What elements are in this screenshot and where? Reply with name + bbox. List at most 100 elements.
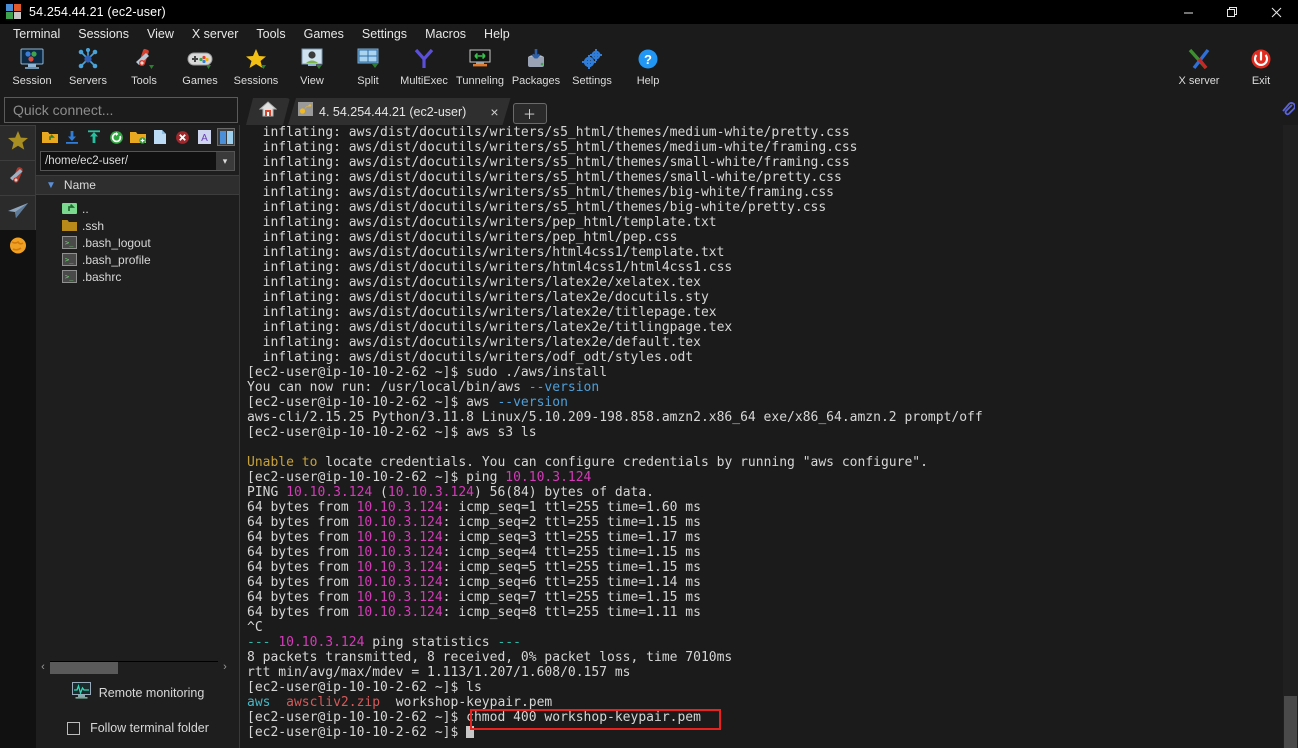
- terminal-line: [ec2-user@ip-10-10-2-62 ~]$ aws --versio…: [247, 395, 1283, 410]
- toolbar-tunneling[interactable]: Tunneling: [452, 44, 508, 96]
- toolbar-settings[interactable]: Settings: [564, 44, 620, 96]
- rail-favorites[interactable]: [0, 125, 36, 161]
- script-file-icon: >_: [62, 236, 77, 249]
- terminal-vertical-scrollbar[interactable]: [1283, 125, 1298, 748]
- terminal-scrollbar-thumb[interactable]: [1284, 696, 1297, 748]
- terminal-text: 64 bytes from: [247, 575, 357, 590]
- scroll-right-icon[interactable]: ›: [218, 661, 232, 673]
- list-item[interactable]: >_ .bash_profile: [36, 251, 239, 268]
- scrollbar-track[interactable]: [50, 661, 218, 674]
- terminal-line: 8 packets transmitted, 8 received, 0% pa…: [247, 650, 1283, 665]
- folder-icon: [62, 219, 77, 232]
- list-item[interactable]: ..: [36, 200, 239, 217]
- terminal-line: PING 10.10.3.124 (10.10.3.124) 56(84) by…: [247, 485, 1283, 500]
- toolbar-x-server[interactable]: X server: [1168, 44, 1230, 96]
- menu-sessions[interactable]: Sessions: [69, 25, 138, 43]
- terminal-text: (: [372, 485, 388, 500]
- terminal-line: inflating: aws/dist/docutils/writers/htm…: [247, 260, 1283, 275]
- terminal-text: locate credentials. You can configure cr…: [317, 455, 928, 470]
- menu-macros[interactable]: Macros: [416, 25, 475, 43]
- quick-connect-input[interactable]: Quick connect...: [4, 97, 238, 123]
- text-mode-icon[interactable]: A: [195, 128, 213, 146]
- remote-monitoring-button[interactable]: Remote monitoring: [36, 681, 240, 705]
- rail-macros[interactable]: [0, 230, 36, 266]
- menu-settings[interactable]: Settings: [353, 25, 416, 43]
- toolbar-packages[interactable]: Packages: [508, 44, 564, 96]
- close-button[interactable]: [1254, 0, 1298, 24]
- toolbar-tools[interactable]: Tools: [116, 44, 172, 96]
- sftp-toolbar: A: [36, 125, 239, 149]
- menu-view[interactable]: View: [138, 25, 183, 43]
- terminal-line: 64 bytes from 10.10.3.124: icmp_seq=1 tt…: [247, 500, 1283, 515]
- toolbar-sessions[interactable]: Sessions: [228, 44, 284, 96]
- list-item[interactable]: .ssh: [36, 217, 239, 234]
- toolbar-help[interactable]: ? Help: [620, 44, 676, 96]
- terminal-text: 10.10.3.124: [356, 500, 443, 515]
- terminal-text: : icmp_seq=2 ttl=255 time=1.15 ms: [442, 515, 701, 530]
- tab-session-active[interactable]: 4. 54.254.44.21 (ec2-user) ×: [288, 98, 511, 125]
- terminal-text: inflating: aws/dist/docutils/writers/lat…: [247, 290, 709, 305]
- chevron-down-icon[interactable]: ▾: [216, 152, 234, 170]
- toolbar-multiexec[interactable]: MultiExec: [396, 44, 452, 96]
- new-folder-icon[interactable]: [129, 128, 147, 146]
- scroll-left-icon[interactable]: ‹: [36, 661, 50, 673]
- terminal-line: inflating: aws/dist/docutils/writers/s5_…: [247, 140, 1283, 155]
- menu-tools[interactable]: Tools: [247, 25, 294, 43]
- terminal-text: ^C: [247, 620, 263, 635]
- follow-terminal-checkbox[interactable]: [67, 721, 81, 735]
- terminal-line: aws-cli/2.15.25 Python/3.11.8 Linux/5.10…: [247, 410, 1283, 425]
- terminal-text: PING: [247, 485, 287, 500]
- sftp-column-header[interactable]: ▼ Name: [36, 175, 239, 195]
- refresh-icon[interactable]: [107, 128, 125, 146]
- toolbar-games[interactable]: Games: [172, 44, 228, 96]
- terminal-text: 10.10.3.124: [356, 515, 443, 530]
- list-item[interactable]: >_ .bashrc: [36, 268, 239, 285]
- rail-tools[interactable]: [0, 160, 36, 196]
- menu-games[interactable]: Games: [295, 25, 353, 43]
- terminal-line: 64 bytes from 10.10.3.124: icmp_seq=5 tt…: [247, 560, 1283, 575]
- terminal-line: inflating: aws/dist/docutils/writers/pep…: [247, 215, 1283, 230]
- terminal-text: : icmp_seq=7 ttl=255 time=1.15 ms: [442, 590, 701, 605]
- toolbar-servers[interactable]: Servers: [60, 44, 116, 96]
- menu-help[interactable]: Help: [475, 25, 519, 43]
- tab-home[interactable]: [246, 98, 290, 125]
- upload-icon[interactable]: [85, 128, 103, 146]
- new-tab-button[interactable]: ＋: [512, 103, 547, 124]
- new-file-icon[interactable]: [151, 128, 169, 146]
- terminal-text: You can now run: /usr/local/bin/aws: [247, 380, 529, 395]
- toolbar-view[interactable]: View: [284, 44, 340, 96]
- terminal-text: [ec2-user@ip-10-10-2-62 ~]$ aws: [247, 395, 498, 410]
- paperclip-icon[interactable]: [1281, 102, 1296, 121]
- download-icon[interactable]: [63, 128, 81, 146]
- menu-x-server[interactable]: X server: [183, 25, 248, 43]
- terminal-line: inflating: aws/dist/docutils/writers/s5_…: [247, 155, 1283, 170]
- toolbar-exit[interactable]: Exit: [1230, 44, 1292, 96]
- terminal-text: [ec2-user@ip-10-10-2-62 ~]$: [247, 725, 467, 740]
- parent-folder-icon[interactable]: [41, 128, 59, 146]
- toolbar-x-server-label: X server: [1178, 75, 1220, 87]
- tab-close-icon[interactable]: ×: [482, 104, 506, 120]
- minimize-button[interactable]: [1166, 0, 1210, 24]
- split-view-icon[interactable]: [217, 128, 235, 146]
- toolbar-split[interactable]: Split: [340, 44, 396, 96]
- follow-terminal-folder-row[interactable]: Follow terminal folder: [36, 716, 240, 740]
- toolbar-session[interactable]: Session: [4, 44, 60, 96]
- menu-terminal[interactable]: Terminal: [4, 25, 69, 43]
- toolbar-games-label: Games: [182, 75, 218, 87]
- delete-icon[interactable]: [173, 128, 191, 146]
- sftp-horizontal-scrollbar[interactable]: ‹ ›: [36, 659, 232, 675]
- remote-monitoring-label: Remote monitoring: [98, 686, 205, 700]
- swiss-knife-icon: [7, 165, 29, 191]
- tools-icon: [132, 46, 156, 72]
- toolbar-session-label: Session: [12, 75, 52, 87]
- rail-sftp[interactable]: [0, 195, 36, 231]
- tab-strip: 4. 54.254.44.21 (ec2-user) × ＋: [246, 96, 547, 125]
- restore-button[interactable]: [1210, 0, 1254, 24]
- list-item[interactable]: >_ .bash_logout: [36, 234, 239, 251]
- terminal-output[interactable]: inflating: aws/dist/docutils/writers/s5_…: [241, 125, 1283, 748]
- sftp-path-box[interactable]: /home/ec2-user/ ▾: [40, 151, 235, 171]
- window-title: 54.254.44.21 (ec2-user): [29, 5, 166, 19]
- scrollbar-thumb[interactable]: [50, 662, 118, 674]
- terminal-text: 8 packets transmitted, 8 received, 0% pa…: [247, 650, 733, 665]
- sftp-column-name-label: Name: [63, 178, 96, 192]
